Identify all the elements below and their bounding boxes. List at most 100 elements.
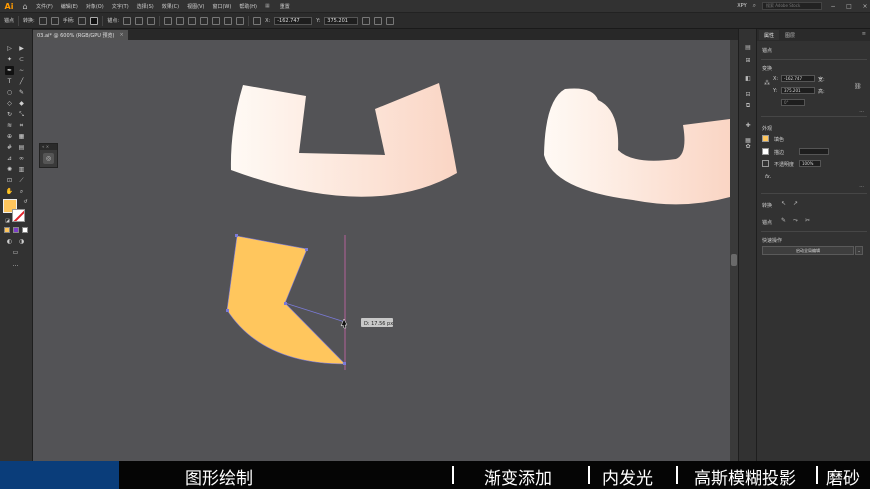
anchor-point[interactable] <box>343 362 346 365</box>
menu-view[interactable]: 视图(V) <box>183 3 208 10</box>
align-top-icon[interactable] <box>212 16 221 25</box>
floating-panel-header[interactable]: « × <box>40 144 57 150</box>
home-icon[interactable]: ⌂ <box>18 0 32 12</box>
more-options-icon[interactable]: ··· <box>859 184 864 190</box>
align-icon[interactable]: ⊟ <box>743 89 753 99</box>
align-center-icon[interactable] <box>188 16 197 25</box>
convert-corner-icon[interactable]: ↖ <box>781 200 786 207</box>
drawn-shape[interactable] <box>226 235 346 365</box>
appearance-icon[interactable]: ✚ <box>743 120 753 130</box>
y-field[interactable]: 375.201 <box>324 16 359 25</box>
screen-mode-icon[interactable]: ▭ <box>11 248 20 257</box>
line-tool-icon[interactable]: ╱ <box>17 77 26 86</box>
shape-builder-icon[interactable]: ⊕ <box>5 132 14 141</box>
menu-type[interactable]: 文字(T) <box>108 3 133 10</box>
scale-icon[interactable]: ⤡ <box>17 110 26 119</box>
anchor-point[interactable] <box>226 309 229 312</box>
canvas[interactable]: D: 17.56 px <box>33 40 730 461</box>
direct-selection-tool-icon[interactable]: ▶ <box>17 44 26 53</box>
cut-path-icon[interactable]: ✂ <box>805 217 810 224</box>
align-left-icon[interactable] <box>176 16 185 25</box>
shape-tool-icon[interactable]: ◎ <box>43 153 54 164</box>
menu-help[interactable]: 帮助(H) <box>235 3 261 10</box>
scroll-thumb[interactable] <box>731 254 737 266</box>
lasso-icon[interactable]: ⊂ <box>17 55 26 64</box>
anchor-point[interactable] <box>284 302 287 305</box>
magic-wand-icon[interactable]: ✦ <box>5 55 14 64</box>
show-handles-icon[interactable] <box>78 16 87 25</box>
none-mode-icon[interactable] <box>22 227 28 233</box>
tab-close-icon[interactable]: × <box>119 32 123 38</box>
connect-anchor-icon[interactable] <box>135 16 144 25</box>
align-right-icon[interactable] <box>200 16 209 25</box>
more-options-icon[interactable]: ··· <box>859 109 864 115</box>
transform-y-field[interactable]: 375.201 <box>781 87 815 94</box>
vertical-scrollbar[interactable] <box>730 40 738 461</box>
artboard-icon[interactable]: ⊡ <box>5 176 14 185</box>
grid-icon[interactable] <box>374 16 383 25</box>
remove-anchor-icon[interactable] <box>123 16 132 25</box>
menu-effect[interactable]: 效果(C) <box>158 3 183 10</box>
default-colors-icon[interactable]: ◪ <box>3 216 12 225</box>
menu-window[interactable]: 窗口(W) <box>208 3 235 10</box>
convert-smooth-icon[interactable]: ↗ <box>793 200 798 207</box>
properties-icon[interactable]: ▤ <box>743 42 753 52</box>
convert-corner-icon[interactable] <box>38 16 47 25</box>
gradient-mode-icon[interactable] <box>13 227 19 233</box>
transform-x-field[interactable]: -162.747 <box>781 75 815 82</box>
letter-shape-2[interactable] <box>544 88 730 205</box>
tab-layers[interactable]: 图层 <box>780 30 800 40</box>
color-icon[interactable]: ◧ <box>743 73 753 83</box>
draw-mode-icon[interactable]: ◐ <box>5 237 14 246</box>
menu-edit[interactable]: 编辑(E) <box>57 3 82 10</box>
align-middle-icon[interactable] <box>224 16 233 25</box>
minimize-icon[interactable]: − <box>828 3 838 10</box>
layout-icon[interactable]: ▦ <box>261 3 274 9</box>
reference-point-icon[interactable]: ⁂ <box>764 80 770 87</box>
ellipse-tool-icon[interactable]: ○ <box>5 88 14 97</box>
reference-point-icon[interactable] <box>253 16 262 25</box>
workspace-switcher[interactable]: 重置 <box>280 3 290 10</box>
libraries-icon[interactable]: ⊞ <box>743 55 753 65</box>
stroke-swatch[interactable] <box>12 209 25 222</box>
blend-icon[interactable]: ∞ <box>17 154 26 163</box>
type-tool-icon[interactable]: T <box>5 77 14 86</box>
selection-tool-icon[interactable]: ▷ <box>5 44 14 53</box>
rotate-angle-field[interactable]: 0° <box>781 99 805 106</box>
anchor-point[interactable] <box>235 234 238 237</box>
pencil-icon[interactable]: ✎ <box>17 88 26 97</box>
anchor-point[interactable] <box>305 248 308 251</box>
search-input[interactable]: 搜索 Adobe Stock <box>762 2 822 10</box>
menu-select[interactable]: 选择(S) <box>133 3 158 10</box>
draw-inside-icon[interactable]: ◑ <box>17 237 26 246</box>
hand-icon[interactable]: ✋ <box>5 187 14 196</box>
tab-properties[interactable]: 属性 <box>759 30 780 40</box>
free-transform-icon[interactable]: ⌗ <box>17 121 26 130</box>
curvature-icon[interactable]: ∼ <box>17 66 26 75</box>
more-tools-icon[interactable]: ··· <box>11 262 20 271</box>
stroke-weight-field[interactable] <box>799 148 829 155</box>
gradient-icon[interactable]: ▤ <box>17 143 26 152</box>
fx-button[interactable]: fx. <box>765 174 771 180</box>
user-name[interactable]: XPY <box>737 3 746 9</box>
close-icon[interactable]: × <box>860 3 870 10</box>
isolate-icon[interactable] <box>164 16 173 25</box>
symbols-icon[interactable]: ✿ <box>743 141 753 151</box>
menu-object[interactable]: 对象(O) <box>82 3 108 10</box>
puppet-icon[interactable] <box>386 16 395 25</box>
panel-menu-icon[interactable]: ≡ <box>862 31 866 37</box>
perspective-grid-icon[interactable]: ▦ <box>17 132 26 141</box>
graph-icon[interactable]: ▥ <box>17 165 26 174</box>
mesh-icon[interactable]: # <box>5 143 14 152</box>
fill-color-swatch[interactable] <box>762 135 769 142</box>
zoom-icon[interactable]: ⌕ <box>17 187 26 196</box>
slice-icon[interactable]: ⟋ <box>17 176 26 185</box>
link-icon[interactable]: ⛓ <box>854 83 862 90</box>
global-edit-button[interactable]: 启动全局编辑 <box>762 246 854 255</box>
remove-anchor-icon[interactable]: ✎ <box>781 217 786 224</box>
hide-handles-icon[interactable] <box>90 16 99 25</box>
pathfinder-icon[interactable]: ⧉ <box>743 101 753 111</box>
eraser-icon[interactable]: ◆ <box>17 99 26 108</box>
maximize-icon[interactable]: □ <box>844 3 854 10</box>
shaper-icon[interactable]: ◇ <box>5 99 14 108</box>
